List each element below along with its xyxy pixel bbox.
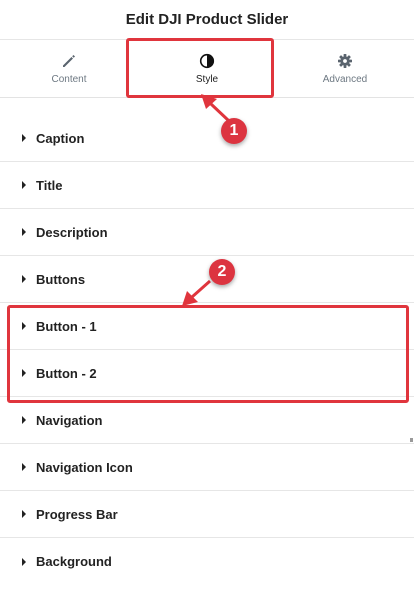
section-label: Navigation	[36, 412, 103, 428]
section-button-2[interactable]: Button - 2	[0, 350, 414, 397]
annotation-badge-1: 1	[221, 118, 247, 144]
gear-icon	[338, 53, 352, 68]
section-description[interactable]: Description	[0, 209, 414, 256]
tab-style-label: Style	[195, 73, 219, 85]
section-label: Button - 1	[36, 318, 97, 334]
style-sections-list: Caption Title Description Buttons Button…	[0, 115, 414, 585]
section-label: Button - 2	[36, 365, 97, 381]
tab-advanced-label: Advanced	[322, 73, 368, 85]
section-background[interactable]: Background	[0, 538, 414, 585]
section-navigation-icon[interactable]: Navigation Icon	[0, 444, 414, 491]
annotation-badge-2: 2	[209, 259, 235, 285]
tab-content[interactable]: Content	[0, 40, 138, 97]
section-buttons[interactable]: Buttons	[0, 256, 414, 303]
caret-right-icon	[22, 228, 26, 236]
section-button-1[interactable]: Button - 1	[0, 303, 414, 350]
scroll-edge-mark	[410, 438, 413, 442]
panel-title: Edit DJI Product Slider	[125, 11, 289, 28]
pencil-icon	[63, 54, 75, 67]
caret-right-icon	[22, 181, 26, 189]
section-label: Description	[36, 224, 108, 240]
half-circle-contrast-icon	[199, 53, 215, 68]
caret-right-icon	[22, 369, 26, 377]
section-label: Navigation Icon	[36, 459, 133, 475]
section-navigation[interactable]: Navigation	[0, 397, 414, 444]
section-title[interactable]: Title	[0, 162, 414, 209]
caret-right-icon	[22, 134, 26, 142]
editor-tabs: Content Style Advanced	[0, 40, 414, 98]
caret-right-icon	[22, 557, 26, 566]
caret-right-icon	[22, 416, 26, 424]
section-label: Progress Bar	[36, 506, 118, 522]
section-label: Background	[36, 554, 112, 569]
tab-advanced[interactable]: Advanced	[276, 40, 414, 97]
caret-right-icon	[22, 275, 26, 283]
tab-content-label: Content	[51, 73, 87, 85]
section-label: Title	[36, 177, 63, 193]
caret-right-icon	[22, 322, 26, 330]
section-progress-bar[interactable]: Progress Bar	[0, 491, 414, 538]
tab-style[interactable]: Style	[138, 40, 276, 97]
caret-right-icon	[22, 463, 26, 471]
section-label: Caption	[36, 130, 85, 146]
panel-header: Edit DJI Product Slider	[0, 0, 414, 40]
caret-right-icon	[22, 510, 26, 518]
section-label: Buttons	[36, 271, 86, 287]
section-caption[interactable]: Caption	[0, 115, 414, 162]
